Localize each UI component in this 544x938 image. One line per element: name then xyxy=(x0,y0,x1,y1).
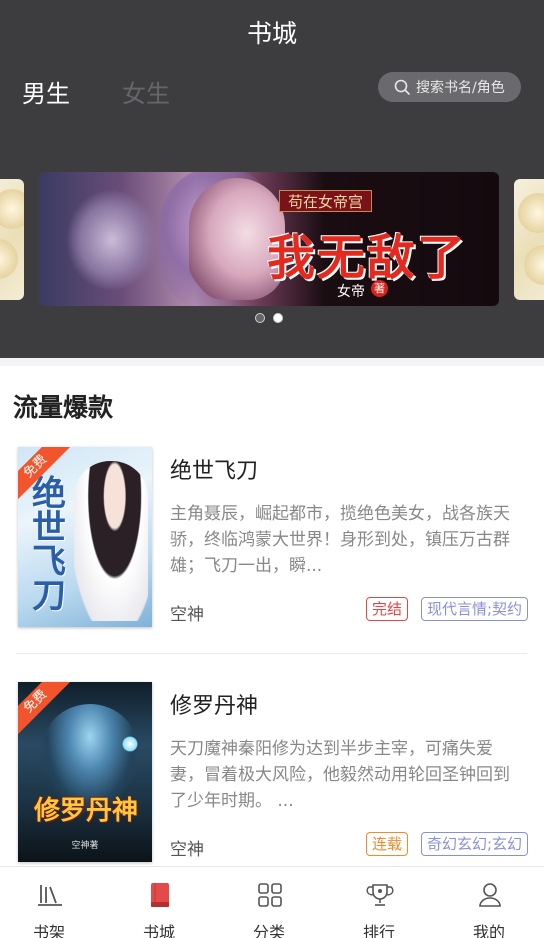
banner-title: 我无敌了 xyxy=(267,230,468,286)
bottom-nav: 书架 书城 分类 排行 我的 xyxy=(0,866,544,938)
book-title[interactable]: 修罗丹神 xyxy=(170,688,258,720)
status-badge: 连载 xyxy=(366,832,409,856)
book-description: 主角聂辰，崛起都市，揽绝色美女，战各族天骄，终临鸿蒙大世界！身形到处，镇压万古群… xyxy=(170,504,510,576)
divider xyxy=(16,653,527,654)
cover-orb xyxy=(122,736,138,752)
tab-male[interactable]: 男生 xyxy=(22,74,70,109)
book-item[interactable]: 绝世飞刀 免费 绝世飞刀 主角聂辰，崛起都市，揽绝色美女，战各族天骄，终临鸿蒙大… xyxy=(0,447,544,654)
user-icon xyxy=(479,883,501,907)
book-description: 天刀魔神秦阳修为达到半步主宰，可痛失爱妻，冒着极大风险，他毅然动用轮回圣钟回到了… xyxy=(170,739,510,811)
cover-author: 空神著 xyxy=(71,841,99,851)
nav-item-bookstore[interactable]: 书城 xyxy=(104,867,214,938)
nav-label: 分类 xyxy=(252,923,285,938)
nav-item-bookshelf[interactable]: 书架 xyxy=(0,867,104,938)
nav-item-category[interactable]: 分类 xyxy=(214,867,324,938)
book-title[interactable]: 绝世飞刀 xyxy=(170,453,258,485)
banner-subtitle: 苟在女帝宫 xyxy=(279,190,373,212)
trophy-icon xyxy=(366,884,394,906)
nav-label: 书城 xyxy=(142,923,175,938)
search-input[interactable]: 搜索书名/角色 xyxy=(378,72,521,102)
banner-slide[interactable]: 苟在女帝宫 我无敌了 女帝 著 xyxy=(39,172,499,306)
carousel-dot[interactable] xyxy=(273,313,283,323)
banner-next-slide[interactable] xyxy=(514,179,544,300)
banner-stag-illustration xyxy=(67,190,157,290)
status-badge: 完结 xyxy=(366,597,409,621)
section-separator xyxy=(0,358,544,366)
nav-label: 我的 xyxy=(472,923,505,938)
nav-item-profile[interactable]: 我的 xyxy=(434,867,544,938)
tab-female[interactable]: 女生 xyxy=(122,74,170,109)
bookshelf-icon xyxy=(38,885,62,906)
book-author: 空神 xyxy=(170,605,204,625)
book-item[interactable]: 修罗丹神 空神著 免费 修罗丹神 天刀魔神秦阳修为达到半步主宰，可痛失爱妻，冒着… xyxy=(0,682,544,882)
book-author: 空神 xyxy=(170,840,204,860)
genre-badge: 奇幻玄幻;玄幻 xyxy=(421,832,529,856)
banner-seal: 著 xyxy=(371,280,388,297)
nav-item-ranking[interactable]: 排行 xyxy=(324,867,434,938)
header: 书城 男生 女生 搜索书名/角色 苟在女帝宫 我无敌了 女帝 著 xyxy=(0,0,544,358)
section-title: 流量爆款 xyxy=(13,393,114,422)
search-icon xyxy=(394,79,410,95)
cover-title: 修罗丹神 xyxy=(33,796,138,826)
carousel-dot-active[interactable] xyxy=(255,313,265,323)
search-placeholder: 搜索书名/角色 xyxy=(416,80,505,96)
book-cover[interactable]: 绝世飞刀 免费 xyxy=(18,447,152,627)
banner-prev-slide[interactable] xyxy=(0,179,24,300)
genre-badge: 现代言情;契约 xyxy=(421,597,529,621)
nav-label: 排行 xyxy=(362,923,395,938)
nav-label: 书架 xyxy=(32,923,65,938)
page-title: 书城 xyxy=(246,19,297,48)
book-cover[interactable]: 修罗丹神 空神著 免费 xyxy=(18,682,152,862)
category-grid-icon xyxy=(258,883,282,907)
cover-title: 绝世飞刀 xyxy=(32,474,66,616)
bookstore-icon xyxy=(151,883,169,907)
banner-author: 女帝 xyxy=(337,284,365,300)
